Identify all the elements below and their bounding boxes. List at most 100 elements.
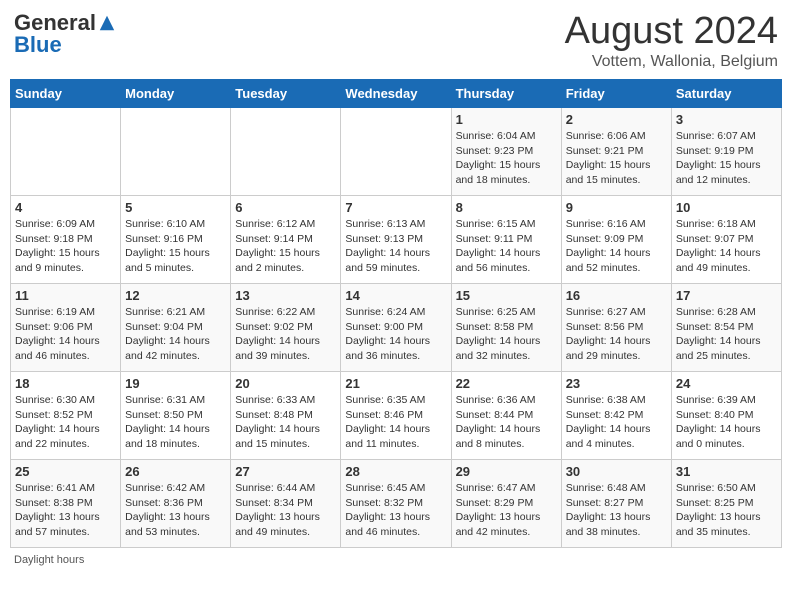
day-info: Sunrise: 6:42 AM Sunset: 8:36 PM Dayligh… bbox=[125, 481, 226, 540]
day-number: 3 bbox=[676, 112, 777, 127]
calendar-cell: 7 Sunrise: 6:13 AM Sunset: 9:13 PM Daylig… bbox=[341, 196, 451, 284]
day-info: Sunrise: 6:13 AM Sunset: 9:13 PM Dayligh… bbox=[345, 217, 446, 276]
day-info: Sunrise: 6:30 AM Sunset: 8:52 PM Dayligh… bbox=[15, 393, 116, 452]
calendar-cell: 15 Sunrise: 6:25 AM Sunset: 8:58 PM Dayli… bbox=[451, 284, 561, 372]
calendar-cell: 20 Sunrise: 6:33 AM Sunset: 8:48 PM Dayli… bbox=[231, 372, 341, 460]
calendar-cell: 9Sunrise: 6:16 AM Sunset: 9:09 PM Daylig… bbox=[561, 196, 671, 284]
calendar-cell: 13 Sunrise: 6:22 AM Sunset: 9:02 PM Dayli… bbox=[231, 284, 341, 372]
day-number: 14 bbox=[345, 288, 446, 303]
day-info: Sunrise: 6:41 AM Sunset: 8:38 PM Dayligh… bbox=[15, 481, 116, 540]
day-info: Sunrise: 6:38 AM Sunset: 8:42 PM Dayligh… bbox=[566, 393, 667, 452]
calendar-cell: 21 Sunrise: 6:35 AM Sunset: 8:46 PM Dayli… bbox=[341, 372, 451, 460]
calendar-cell: 28 Sunrise: 6:45 AM Sunset: 8:32 PM Dayli… bbox=[341, 460, 451, 548]
day-info: Sunrise: 6:18 AM Sunset: 9:07 PM Dayligh… bbox=[676, 217, 777, 276]
day-info: Sunrise: 6:36 AM Sunset: 8:44 PM Dayligh… bbox=[456, 393, 557, 452]
day-number: 25 bbox=[15, 464, 116, 479]
day-info: Sunrise: 6:33 AM Sunset: 8:48 PM Dayligh… bbox=[235, 393, 336, 452]
calendar-cell: 18 Sunrise: 6:30 AM Sunset: 8:52 PM Dayli… bbox=[11, 372, 121, 460]
calendar-cell: 2Sunrise: 6:06 AM Sunset: 9:21 PM Daylig… bbox=[561, 108, 671, 196]
calendar-cell: 27 Sunrise: 6:44 AM Sunset: 8:34 PM Dayli… bbox=[231, 460, 341, 548]
day-number: 6 bbox=[235, 200, 336, 215]
day-number: 9 bbox=[566, 200, 667, 215]
calendar-cell: 17Sunrise: 6:28 AM Sunset: 8:54 PM Dayli… bbox=[671, 284, 781, 372]
day-info: Sunrise: 6:35 AM Sunset: 8:46 PM Dayligh… bbox=[345, 393, 446, 452]
footer-note: Daylight hours bbox=[10, 554, 782, 566]
day-info: Sunrise: 6:06 AM Sunset: 9:21 PM Dayligh… bbox=[566, 129, 667, 188]
calendar-table: SundayMondayTuesdayWednesdayThursdayFrid… bbox=[10, 79, 782, 548]
day-info: Sunrise: 6:44 AM Sunset: 8:34 PM Dayligh… bbox=[235, 481, 336, 540]
calendar-header-sunday: Sunday bbox=[11, 80, 121, 108]
calendar-cell: 10 Sunrise: 6:18 AM Sunset: 9:07 PM Dayli… bbox=[671, 196, 781, 284]
logo-blue-text: Blue bbox=[14, 32, 62, 58]
calendar-cell: 23Sunrise: 6:38 AM Sunset: 8:42 PM Dayli… bbox=[561, 372, 671, 460]
day-info: Sunrise: 6:31 AM Sunset: 8:50 PM Dayligh… bbox=[125, 393, 226, 452]
day-number: 12 bbox=[125, 288, 226, 303]
calendar-cell: 4Sunrise: 6:09 AM Sunset: 9:18 PM Daylig… bbox=[11, 196, 121, 284]
calendar-cell: 5 Sunrise: 6:10 AM Sunset: 9:16 PM Daylig… bbox=[121, 196, 231, 284]
day-info: Sunrise: 6:39 AM Sunset: 8:40 PM Dayligh… bbox=[676, 393, 777, 452]
calendar-cell: 14 Sunrise: 6:24 AM Sunset: 9:00 PM Dayli… bbox=[341, 284, 451, 372]
calendar-cell: 6 Sunrise: 6:12 AM Sunset: 9:14 PM Daylig… bbox=[231, 196, 341, 284]
day-info: Sunrise: 6:21 AM Sunset: 9:04 PM Dayligh… bbox=[125, 305, 226, 364]
calendar-cell bbox=[341, 108, 451, 196]
calendar-cell: 22 Sunrise: 6:36 AM Sunset: 8:44 PM Dayli… bbox=[451, 372, 561, 460]
day-info: Sunrise: 6:12 AM Sunset: 9:14 PM Dayligh… bbox=[235, 217, 336, 276]
day-number: 18 bbox=[15, 376, 116, 391]
day-number: 11 bbox=[15, 288, 116, 303]
calendar-header-saturday: Saturday bbox=[671, 80, 781, 108]
page-subtitle: Vottem, Wallonia, Belgium bbox=[565, 53, 778, 71]
calendar-cell: 8 Sunrise: 6:15 AM Sunset: 9:11 PM Daylig… bbox=[451, 196, 561, 284]
calendar-cell: 16Sunrise: 6:27 AM Sunset: 8:56 PM Dayli… bbox=[561, 284, 671, 372]
day-info: Sunrise: 6:19 AM Sunset: 9:06 PM Dayligh… bbox=[15, 305, 116, 364]
day-info: Sunrise: 6:04 AM Sunset: 9:23 PM Dayligh… bbox=[456, 129, 557, 188]
day-number: 24 bbox=[676, 376, 777, 391]
day-info: Sunrise: 6:10 AM Sunset: 9:16 PM Dayligh… bbox=[125, 217, 226, 276]
day-number: 7 bbox=[345, 200, 446, 215]
day-info: Sunrise: 6:28 AM Sunset: 8:54 PM Dayligh… bbox=[676, 305, 777, 364]
day-number: 22 bbox=[456, 376, 557, 391]
day-info: Sunrise: 6:25 AM Sunset: 8:58 PM Dayligh… bbox=[456, 305, 557, 364]
calendar-cell bbox=[231, 108, 341, 196]
calendar-cell: 19 Sunrise: 6:31 AM Sunset: 8:50 PM Dayli… bbox=[121, 372, 231, 460]
calendar-cell: 3 Sunrise: 6:07 AM Sunset: 9:19 PM Daylig… bbox=[671, 108, 781, 196]
calendar-cell: 29Sunrise: 6:47 AM Sunset: 8:29 PM Dayli… bbox=[451, 460, 561, 548]
day-info: Sunrise: 6:07 AM Sunset: 9:19 PM Dayligh… bbox=[676, 129, 777, 188]
logo-icon bbox=[98, 14, 116, 32]
calendar-header-thursday: Thursday bbox=[451, 80, 561, 108]
calendar-cell bbox=[11, 108, 121, 196]
day-number: 31 bbox=[676, 464, 777, 479]
day-number: 16 bbox=[566, 288, 667, 303]
day-info: Sunrise: 6:45 AM Sunset: 8:32 PM Dayligh… bbox=[345, 481, 446, 540]
calendar-cell: 11 Sunrise: 6:19 AM Sunset: 9:06 PM Dayli… bbox=[11, 284, 121, 372]
day-info: Sunrise: 6:22 AM Sunset: 9:02 PM Dayligh… bbox=[235, 305, 336, 364]
day-number: 28 bbox=[345, 464, 446, 479]
calendar-cell: 26Sunrise: 6:42 AM Sunset: 8:36 PM Dayli… bbox=[121, 460, 231, 548]
calendar-cell: 25 Sunrise: 6:41 AM Sunset: 8:38 PM Dayli… bbox=[11, 460, 121, 548]
week-row-2: 4Sunrise: 6:09 AM Sunset: 9:18 PM Daylig… bbox=[11, 196, 782, 284]
calendar-header-tuesday: Tuesday bbox=[231, 80, 341, 108]
day-info: Sunrise: 6:24 AM Sunset: 9:00 PM Dayligh… bbox=[345, 305, 446, 364]
page-header: General Blue August 2024 Vottem, Walloni… bbox=[10, 10, 782, 71]
day-number: 5 bbox=[125, 200, 226, 215]
day-number: 27 bbox=[235, 464, 336, 479]
day-number: 21 bbox=[345, 376, 446, 391]
calendar-cell: 31 Sunrise: 6:50 AM Sunset: 8:25 PM Dayli… bbox=[671, 460, 781, 548]
week-row-1: 1Sunrise: 6:04 AM Sunset: 9:23 PM Daylig… bbox=[11, 108, 782, 196]
calendar-cell: 24 Sunrise: 6:39 AM Sunset: 8:40 PM Dayli… bbox=[671, 372, 781, 460]
day-number: 29 bbox=[456, 464, 557, 479]
day-number: 10 bbox=[676, 200, 777, 215]
day-info: Sunrise: 6:09 AM Sunset: 9:18 PM Dayligh… bbox=[15, 217, 116, 276]
day-number: 13 bbox=[235, 288, 336, 303]
calendar-cell: 12 Sunrise: 6:21 AM Sunset: 9:04 PM Dayli… bbox=[121, 284, 231, 372]
title-block: August 2024 Vottem, Wallonia, Belgium bbox=[565, 10, 778, 71]
calendar-header-wednesday: Wednesday bbox=[341, 80, 451, 108]
week-row-3: 11 Sunrise: 6:19 AM Sunset: 9:06 PM Dayli… bbox=[11, 284, 782, 372]
day-number: 19 bbox=[125, 376, 226, 391]
calendar-header-row: SundayMondayTuesdayWednesdayThursdayFrid… bbox=[11, 80, 782, 108]
day-number: 20 bbox=[235, 376, 336, 391]
day-number: 30 bbox=[566, 464, 667, 479]
day-info: Sunrise: 6:15 AM Sunset: 9:11 PM Dayligh… bbox=[456, 217, 557, 276]
day-number: 8 bbox=[456, 200, 557, 215]
day-info: Sunrise: 6:50 AM Sunset: 8:25 PM Dayligh… bbox=[676, 481, 777, 540]
day-number: 15 bbox=[456, 288, 557, 303]
